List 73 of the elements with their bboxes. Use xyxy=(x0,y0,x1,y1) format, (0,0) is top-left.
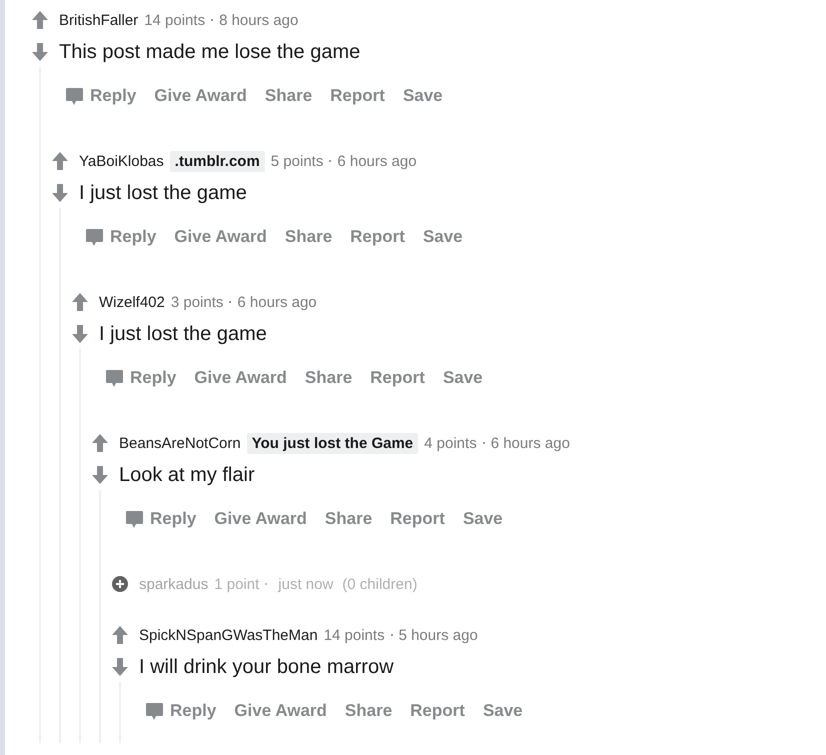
comment-text: I just lost the game xyxy=(99,322,268,347)
comment-icon xyxy=(125,510,144,528)
user-flair: You just lost the Game xyxy=(246,432,418,454)
action-button[interactable]: Give Award xyxy=(174,227,267,247)
points: 3 points xyxy=(170,294,224,310)
comment-icon xyxy=(105,368,124,388)
action-button[interactable]: Share xyxy=(344,701,392,721)
username[interactable]: BritishFaller xyxy=(59,12,138,28)
points: 14 points xyxy=(324,626,385,644)
username[interactable]: YaBoiKlobas xyxy=(79,152,164,170)
comment-text: This post made me lose the game xyxy=(59,40,362,65)
points: 5 points xyxy=(270,152,324,170)
username[interactable]: sparkadus xyxy=(139,576,208,592)
separator-dot xyxy=(390,634,393,636)
comment-icon xyxy=(85,228,104,246)
upvote-button[interactable] xyxy=(112,624,128,646)
action-button[interactable]: Report xyxy=(410,701,465,721)
separator-dot xyxy=(211,19,214,21)
username[interactable]: SpickNSpanGWasTheMan xyxy=(139,626,318,644)
action-button[interactable]: Give Award xyxy=(194,368,287,388)
timestamp: 6 hours ago xyxy=(237,294,317,310)
expand-button[interactable] xyxy=(112,573,128,595)
action-button[interactable]: Reply xyxy=(125,509,196,529)
separator-dot xyxy=(482,442,485,444)
action-button[interactable]: Give Award xyxy=(214,509,307,529)
action-button[interactable]: Share xyxy=(324,509,372,529)
comment-icon xyxy=(65,86,84,106)
action-button[interactable]: Save xyxy=(442,368,483,388)
comment-text: Look at my flair xyxy=(119,463,256,488)
action-button[interactable]: Save xyxy=(402,86,443,106)
action-button[interactable]: Report xyxy=(370,368,425,388)
downvote-button[interactable] xyxy=(112,656,128,678)
action-button[interactable]: Reply xyxy=(145,701,216,721)
children-count: (0 children) xyxy=(342,576,418,592)
action-button[interactable]: Reply xyxy=(85,227,156,247)
upvote-button[interactable] xyxy=(92,432,108,454)
separator-dot xyxy=(265,583,268,585)
action-button[interactable]: Share xyxy=(304,368,352,388)
timestamp: 6 hours ago xyxy=(490,434,570,452)
points: 1 point xyxy=(214,576,260,592)
action-button[interactable]: Give Award xyxy=(154,86,247,106)
action-button[interactable]: Report xyxy=(330,86,385,106)
timestamp: 5 hours ago xyxy=(398,626,478,644)
action-button[interactable]: Save xyxy=(482,701,523,721)
action-button[interactable]: Share xyxy=(264,86,312,106)
separator-dot xyxy=(229,301,232,303)
action-button[interactable]: Give Award xyxy=(234,701,327,721)
downvote-button[interactable] xyxy=(92,464,108,486)
comment-icon xyxy=(145,702,164,720)
action-button[interactable]: Report xyxy=(350,227,405,247)
action-button[interactable]: Reply xyxy=(65,86,136,106)
downvote-button[interactable] xyxy=(52,182,68,204)
upvote-button[interactable] xyxy=(32,9,48,31)
upvote-button[interactable] xyxy=(72,291,88,313)
separator-dot xyxy=(329,160,332,162)
points: 14 points xyxy=(144,12,206,28)
action-button[interactable]: Reply xyxy=(105,368,176,388)
downvote-button[interactable] xyxy=(32,41,48,63)
comment-text: I will drink your bone marrow xyxy=(139,655,395,680)
username[interactable]: BeansAreNotCorn xyxy=(119,434,241,452)
user-flair: .tumblr.com xyxy=(170,150,265,172)
timestamp: 8 hours ago xyxy=(219,12,298,28)
action-button[interactable]: Save xyxy=(422,227,463,247)
upvote-button[interactable] xyxy=(52,150,68,172)
action-button[interactable]: Share xyxy=(284,227,332,247)
action-button[interactable]: Save xyxy=(462,509,503,529)
points: 4 points xyxy=(424,434,477,452)
timestamp: 6 hours ago xyxy=(337,152,417,170)
timestamp: just now xyxy=(278,576,334,592)
username[interactable]: Wizelf402 xyxy=(99,294,165,310)
downvote-button[interactable] xyxy=(72,323,88,345)
comment-text: I just lost the game xyxy=(79,181,248,206)
action-button[interactable]: Report xyxy=(390,509,445,529)
